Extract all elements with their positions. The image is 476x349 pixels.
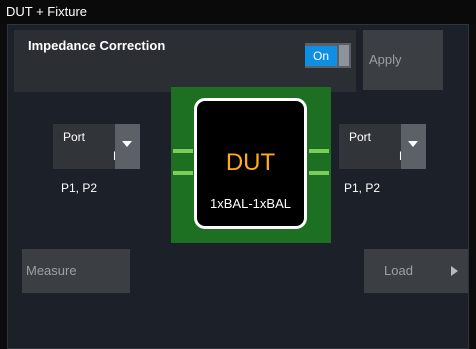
fixture-line-right-upper — [309, 149, 329, 153]
left-port-label: Port — [63, 130, 86, 144]
measure-button[interactable]: Measure — [22, 249, 130, 293]
right-port-label: Port — [349, 130, 372, 144]
right-port-ports: P1, P2 — [344, 181, 381, 195]
dut-box[interactable]: DUT 1xBAL-1xBAL — [194, 98, 307, 229]
fixture-line-right-lower — [309, 171, 329, 175]
fixture-line-left-upper — [173, 149, 193, 153]
right-port-dropdown-button[interactable] — [401, 124, 426, 169]
left-port-dropdown-button[interactable] — [115, 124, 140, 169]
toggle-on-label: On — [305, 46, 337, 66]
toggle-knob — [339, 45, 349, 66]
left-port-ports: P1, P2 — [61, 181, 98, 195]
apply-button[interactable]: Apply — [363, 30, 443, 90]
fixture-line-left-lower — [173, 171, 193, 175]
dut-config: 1xBAL-1xBAL — [210, 196, 291, 211]
impedance-correction-toggle[interactable]: On — [305, 43, 351, 68]
window-title: DUT + Fixture — [0, 0, 476, 24]
left-port-select[interactable]: Port L1 — [53, 124, 140, 169]
chevron-down-icon — [122, 141, 132, 147]
load-button-label: Load — [384, 263, 413, 278]
chevron-down-icon — [408, 141, 418, 147]
load-button[interactable]: Load — [364, 249, 468, 293]
play-arrow-icon — [451, 266, 458, 276]
dut-label: DUT — [225, 149, 276, 176]
right-port-select[interactable]: Port L1 — [339, 124, 426, 169]
impedance-correction-label: Impedance Correction — [28, 38, 166, 53]
